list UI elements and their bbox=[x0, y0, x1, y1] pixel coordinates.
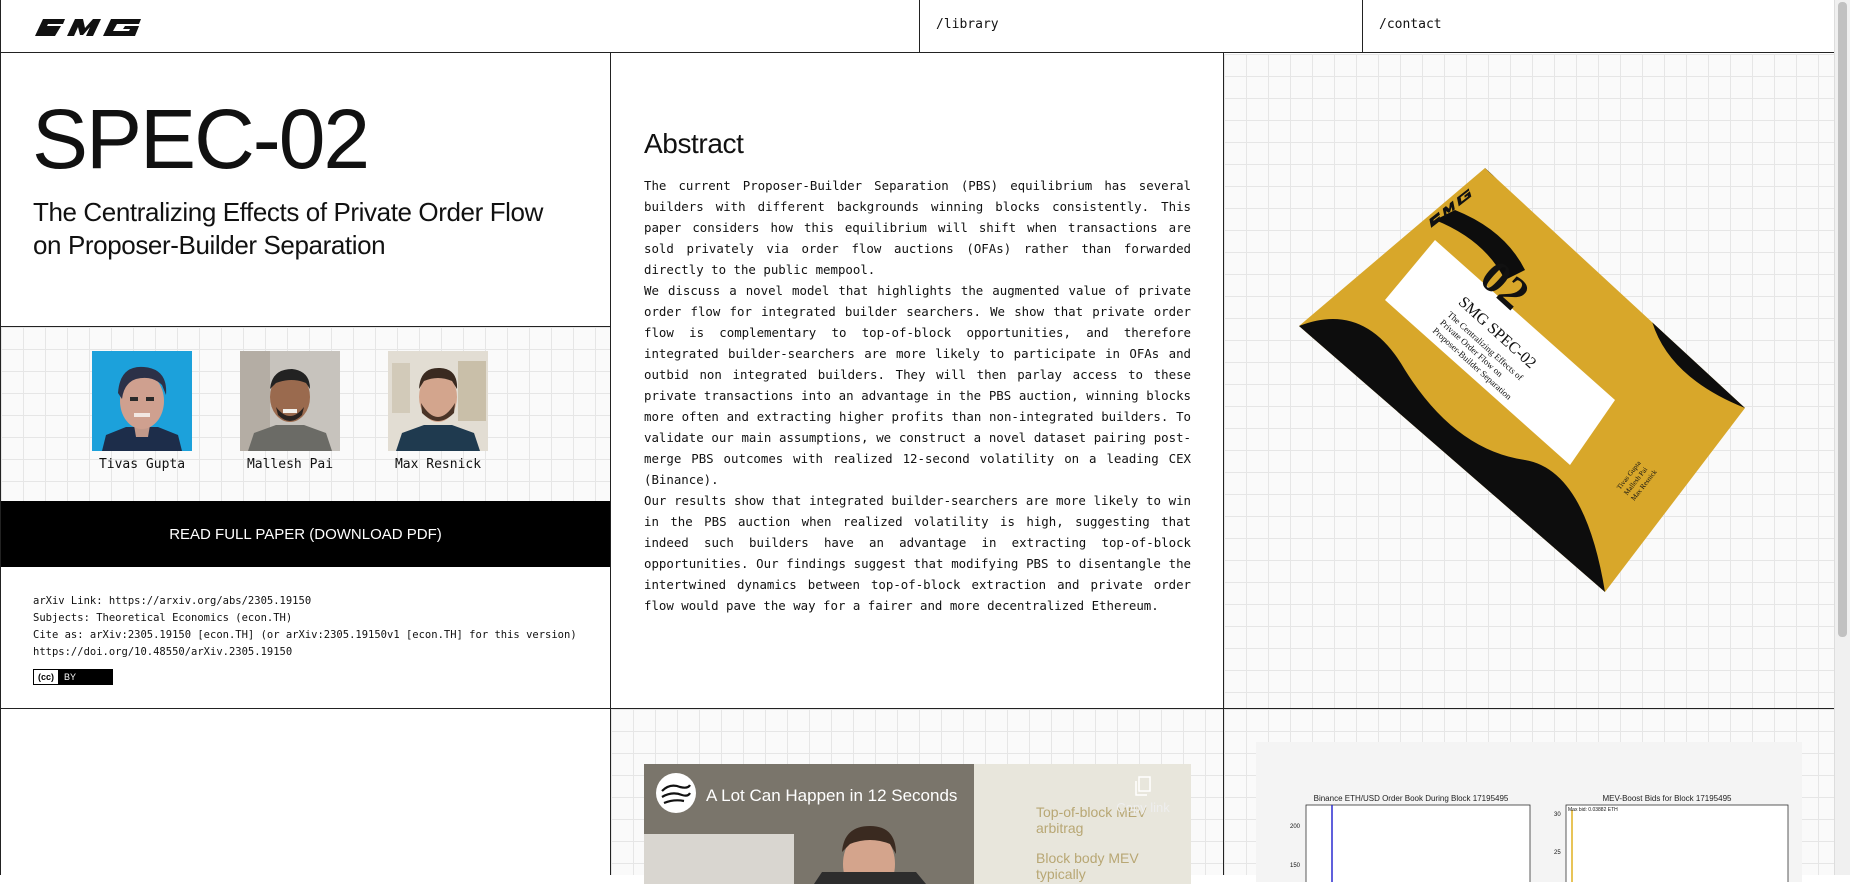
abstract-paragraph: We discuss a novel model that highlights… bbox=[644, 283, 1191, 487]
cc-by-license-badge[interactable]: (cc) BY bbox=[33, 669, 113, 685]
author-name: Tivas Gupta bbox=[98, 457, 186, 472]
abstract-paragraph: The current Proposer-Builder Separation … bbox=[644, 178, 1191, 277]
license-by-label: BY bbox=[64, 672, 77, 682]
abstract-paragraph: Our results show that integrated builder… bbox=[644, 493, 1191, 613]
chart-annotation: Max bid: 0.03882 ETH bbox=[1568, 807, 1618, 813]
author-avatar-photo bbox=[240, 351, 340, 451]
channel-logo-icon bbox=[657, 774, 695, 812]
nav-link-contact[interactable]: /contact bbox=[1363, 0, 1835, 32]
read-full-paper-button[interactable]: READ FULL PAPER (DOWNLOAD PDF) bbox=[0, 501, 611, 567]
slide-text: Block body MEV typically bbox=[1036, 850, 1139, 882]
charts-figure: Binance ETH/USD Order Book During Block … bbox=[1256, 742, 1802, 882]
author-avatar-photo bbox=[388, 351, 488, 451]
paper-metadata: arXiv Link: https://arxiv.org/abs/2305.1… bbox=[1, 567, 610, 708]
author-name: Mallesh Pai bbox=[246, 457, 334, 472]
copy-link-label: Copy link bbox=[1116, 800, 1170, 815]
copy-icon bbox=[1135, 776, 1151, 796]
paper-title: The Centralizing Effects of Private Orde… bbox=[33, 197, 543, 260]
channel-avatar[interactable] bbox=[656, 773, 696, 813]
author-avatar-pixel bbox=[92, 351, 192, 451]
arxiv-link[interactable]: arXiv Link: https://arxiv.org/abs/2305.1… bbox=[33, 593, 577, 610]
author-card: Mallesh Pai bbox=[235, 351, 345, 472]
paper-id: SPEC-02 bbox=[32, 92, 370, 186]
subjects-text: Subjects: Theoretical Economics (econ.TH… bbox=[33, 612, 293, 624]
copy-link-button[interactable]: Copy link bbox=[1113, 776, 1173, 815]
author-name: Max Resnick bbox=[394, 457, 482, 472]
nav-item-contact: /contact bbox=[1362, 0, 1835, 53]
page-scrollbar[interactable] bbox=[1834, 0, 1850, 875]
chart-tick: 150 bbox=[1290, 863, 1301, 869]
order-book-plot-area bbox=[1305, 804, 1531, 882]
paper-cover-image: 02 SMG SPEC-02 The Centralizing Effects … bbox=[1299, 168, 1745, 592]
nav-link-library[interactable]: /library bbox=[920, 0, 1362, 32]
site-header: /library /contact bbox=[0, 0, 1834, 53]
video-embed[interactable]: Top-of-block MEV arbitrag Block body MEV… bbox=[644, 764, 1191, 884]
scrollbar-thumb[interactable] bbox=[1838, 2, 1847, 637]
video-title[interactable]: A Lot Can Happen in 12 Seconds bbox=[706, 786, 957, 806]
divider bbox=[1223, 53, 1224, 875]
chart-tick: 25 bbox=[1554, 850, 1561, 856]
chart-plots bbox=[1305, 804, 1789, 882]
cite-as-text: Cite as: arXiv:2305.19150 [econ.TH] (or … bbox=[33, 629, 577, 641]
abstract-heading: Abstract bbox=[644, 128, 744, 159]
chart-tick: 30 bbox=[1554, 812, 1561, 818]
smg-logo[interactable] bbox=[33, 16, 145, 38]
doi-link[interactable]: https://doi.org/10.48550/arXiv.2305.1915… bbox=[33, 644, 577, 661]
nav-item-library: /library bbox=[919, 0, 1362, 53]
divider bbox=[0, 326, 611, 327]
divider bbox=[610, 53, 611, 875]
author-card: Tivas Gupta bbox=[87, 351, 197, 472]
bottom-left-section bbox=[1, 709, 610, 875]
divider bbox=[0, 708, 1834, 709]
cc-icon: (cc) bbox=[34, 670, 59, 684]
divider bbox=[0, 0, 1, 875]
author-card: Max Resnick bbox=[383, 351, 493, 472]
mev-bids-plot-area bbox=[1565, 804, 1789, 882]
chart-tick: 200 bbox=[1290, 824, 1301, 830]
